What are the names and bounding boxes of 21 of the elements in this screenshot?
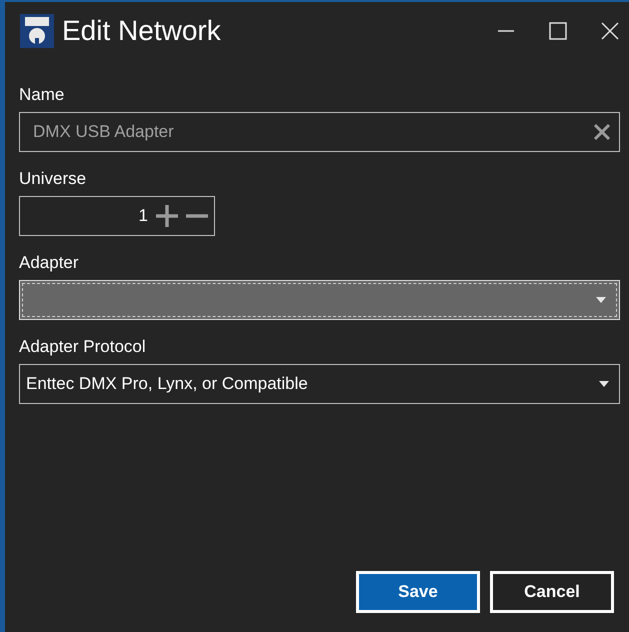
name-field[interactable]: DMX USB Adapter (19, 112, 620, 152)
dropdown-value: Enttec DMX Pro, Lynx, or Compatible (26, 373, 309, 396)
field-label: Name (19, 84, 66, 106)
field-label: Adapter (19, 252, 80, 274)
maximize-icon[interactable] (549, 22, 567, 40)
dropdown[interactable]: Enttec DMX Pro, Lynx, or Compatible (19, 364, 620, 404)
caret-icon (596, 297, 606, 303)
field-value: DMX USB Adapter (33, 121, 175, 144)
caret-icon (599, 381, 609, 387)
app-logo-icon (20, 14, 54, 48)
close-icon[interactable] (601, 22, 619, 40)
dropdown[interactable] (19, 280, 620, 320)
cancel-button[interactable]: Cancel (490, 571, 614, 613)
field-label: Adapter Protocol (19, 336, 147, 358)
number-field[interactable]: 1 (19, 196, 215, 236)
plus-icon[interactable] (156, 205, 178, 227)
field-value: 1 (138, 205, 148, 228)
save-button[interactable]: Save (356, 571, 480, 613)
window-title: Edit Network (62, 14, 222, 48)
field-label: Universe (19, 168, 88, 190)
clear-icon[interactable] (593, 123, 611, 141)
